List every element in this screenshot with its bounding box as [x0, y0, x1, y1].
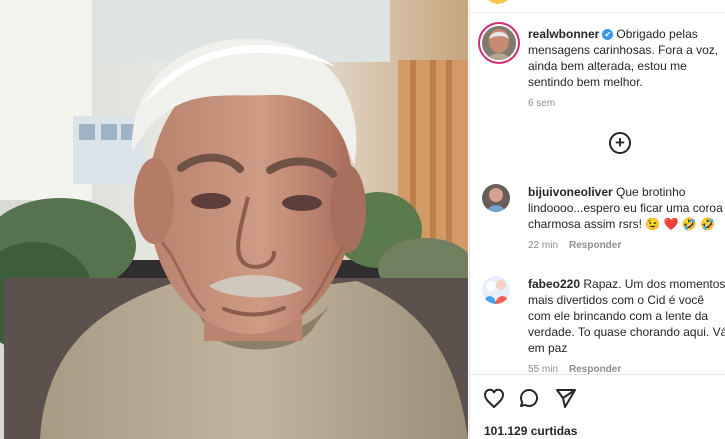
- heart-icon[interactable]: [482, 386, 506, 410]
- comment-username-2[interactable]: fabeo220: [528, 277, 580, 291]
- profile-avatar[interactable]: [482, 26, 516, 60]
- comment-icon[interactable]: [517, 386, 541, 410]
- post-photo: [0, 0, 468, 439]
- partial-avatar: [484, 0, 512, 4]
- commenter-avatar-2[interactable]: [482, 276, 510, 304]
- caption-text-block: realwbonner ✔ Obrigado pelas mensagens car…: [528, 26, 724, 110]
- post-username[interactable]: realwbonner: [528, 27, 599, 41]
- post-time: 6 sem: [528, 98, 556, 109]
- comment-body-2: fabeo220 Rapaz. Um dos momentos mais div…: [528, 276, 725, 376]
- comment-time-1: 22 min: [528, 240, 559, 251]
- commenter-avatar-photo-2: [482, 276, 510, 304]
- avatar-photo: [482, 26, 516, 60]
- comment-body-1: bijuivoneoliver Que brotinho lindoooo...…: [528, 184, 725, 252]
- commenter-avatar-photo-1: [482, 184, 510, 212]
- action-divider: [470, 374, 725, 375]
- plus-circle-icon[interactable]: +: [609, 132, 631, 154]
- comment-username-1[interactable]: bijuivoneoliver: [528, 185, 613, 199]
- post-side-panel: realwbonner ✔ Obrigado pelas mensagens car…: [469, 0, 725, 439]
- likes-count[interactable]: 101.129 curtidas: [484, 423, 577, 439]
- top-strip: [470, 0, 725, 13]
- reply-button-1[interactable]: Responder: [569, 240, 621, 251]
- send-icon[interactable]: [554, 386, 578, 410]
- commenter-avatar-1[interactable]: [482, 184, 510, 212]
- verified-badge-icon: ✔: [602, 29, 614, 41]
- comment-meta-1: 22 min Responder: [528, 240, 725, 252]
